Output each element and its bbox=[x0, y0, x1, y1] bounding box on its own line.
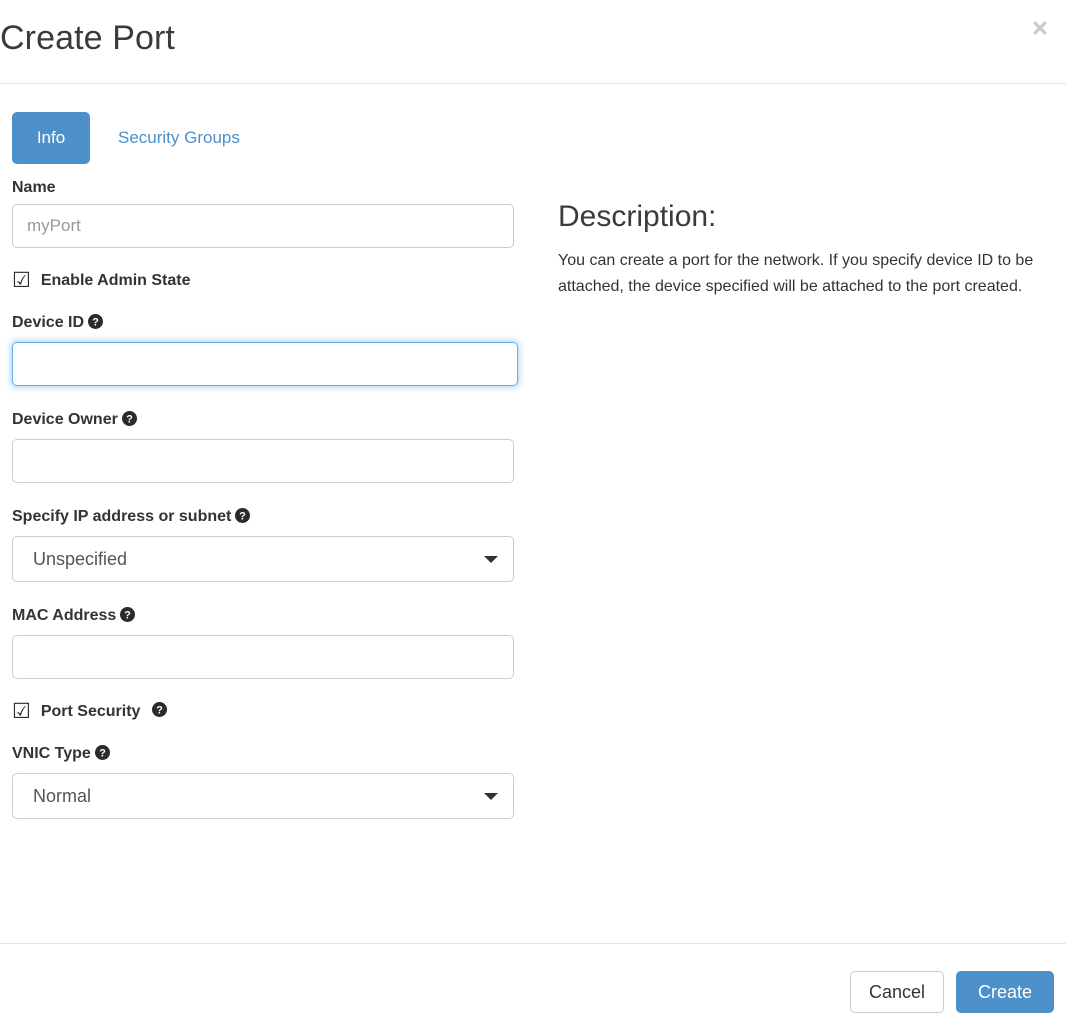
close-icon bbox=[1027, 15, 1053, 41]
svg-text:?: ? bbox=[99, 747, 106, 759]
tab-bar: Info Security Groups bbox=[12, 112, 256, 164]
mac-address-label: MAC Address? bbox=[12, 606, 526, 628]
field-specify-ip: Specify IP address or subnet? bbox=[12, 507, 526, 529]
vnic-type-label-text: VNIC Type bbox=[12, 745, 91, 762]
field-device-id: Device ID? bbox=[12, 313, 526, 335]
port-security-label[interactable]: Port Security bbox=[41, 703, 141, 721]
field-device-owner: Device Owner? bbox=[12, 410, 526, 432]
checkbox-checked-icon[interactable]: ☑ bbox=[12, 270, 31, 291]
device-id-label-text: Device ID bbox=[12, 314, 85, 331]
mac-address-label-text: MAC Address bbox=[12, 607, 117, 624]
description-title: Description: bbox=[558, 200, 717, 233]
help-circle-icon[interactable]: ? bbox=[94, 745, 110, 766]
device-id-label: Device ID? bbox=[12, 313, 526, 335]
tab-info[interactable]: Info bbox=[12, 112, 90, 164]
close-button[interactable] bbox=[1022, 10, 1058, 46]
specify-ip-label: Specify IP address or subnet? bbox=[12, 507, 526, 529]
dialog-body: Name ☑ Enable Admin State Device ID? Dev… bbox=[0, 178, 1066, 943]
device-owner-label: Device Owner? bbox=[12, 410, 526, 432]
help-circle-icon[interactable]: ? bbox=[235, 508, 251, 529]
field-name: Name bbox=[12, 178, 526, 198]
vnic-type-select[interactable]: Normal bbox=[12, 773, 514, 819]
name-label: Name bbox=[12, 179, 56, 196]
svg-text:?: ? bbox=[92, 316, 99, 328]
page-title: Create Port bbox=[0, 19, 175, 57]
help-circle-icon[interactable]: ? bbox=[88, 314, 104, 335]
dialog-header: Create Port bbox=[0, 0, 1066, 84]
help-circle-icon[interactable]: ? bbox=[120, 607, 136, 628]
device-id-input[interactable] bbox=[12, 342, 518, 386]
vnic-type-selected-value[interactable]: Normal bbox=[12, 773, 514, 819]
svg-text:?: ? bbox=[240, 510, 247, 522]
specify-ip-selected-value[interactable]: Unspecified bbox=[12, 536, 514, 582]
specify-ip-label-text: Specify IP address or subnet bbox=[12, 508, 232, 525]
device-owner-label-text: Device Owner bbox=[12, 411, 118, 428]
description-panel: Description: You can create a port for t… bbox=[558, 200, 1038, 300]
svg-text:?: ? bbox=[126, 413, 133, 425]
port-security-row[interactable]: ☑ Port Security ? bbox=[12, 701, 526, 722]
enable-admin-state-label[interactable]: Enable Admin State bbox=[41, 272, 191, 290]
mac-address-input[interactable] bbox=[12, 635, 514, 679]
svg-text:?: ? bbox=[125, 609, 132, 621]
description-body: You can create a port for the network. I… bbox=[558, 252, 1034, 295]
dialog-footer: Cancel Create bbox=[0, 943, 1066, 1020]
form-column: Name ☑ Enable Admin State Device ID? Dev… bbox=[12, 178, 526, 819]
svg-text:?: ? bbox=[157, 704, 164, 716]
name-input[interactable] bbox=[12, 204, 514, 248]
field-vnic-type: VNIC Type? bbox=[12, 744, 526, 766]
cancel-button[interactable]: Cancel bbox=[849, 971, 944, 1013]
tab-security-groups[interactable]: Security Groups bbox=[102, 112, 256, 164]
device-owner-input[interactable] bbox=[12, 439, 514, 483]
help-circle-icon[interactable]: ? bbox=[121, 411, 137, 432]
help-circle-icon[interactable]: ? bbox=[152, 701, 168, 722]
field-mac-address: MAC Address? bbox=[12, 606, 526, 628]
create-button[interactable]: Create bbox=[956, 971, 1054, 1013]
checkbox-checked-icon[interactable]: ☑ bbox=[12, 701, 31, 722]
specify-ip-select[interactable]: Unspecified bbox=[12, 536, 514, 582]
vnic-type-label: VNIC Type? bbox=[12, 744, 526, 766]
enable-admin-state-row[interactable]: ☑ Enable Admin State bbox=[12, 270, 526, 291]
